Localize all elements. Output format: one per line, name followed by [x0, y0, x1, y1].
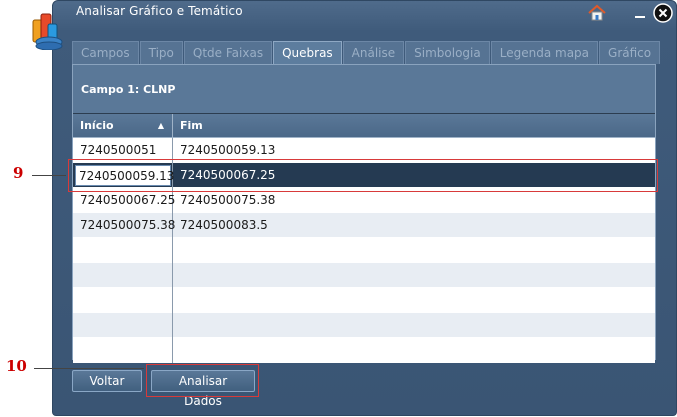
breaks-grid: Início ▲ Fim 7240500051 7240500059.13 72… — [73, 113, 655, 363]
cell-fim[interactable] — [173, 263, 655, 288]
window-title: Analisar Gráfico e Temático — [76, 4, 243, 18]
row-callout-number: 9 — [13, 164, 24, 182]
cell-inicio[interactable]: 7240500075.38 — [73, 213, 175, 238]
row-highlight-box — [68, 159, 658, 192]
column-header-fim[interactable]: Fim — [173, 114, 655, 138]
cell-inicio[interactable] — [73, 263, 173, 288]
cell-fim[interactable] — [173, 238, 655, 263]
minimize-icon[interactable] — [635, 13, 645, 19]
button-callout-line — [34, 368, 144, 369]
row-callout-line — [32, 175, 66, 176]
quebras-panel: Campo 1: CLNP Início ▲ Fim 7240500051 72… — [72, 64, 656, 363]
tab-analise[interactable]: Análise — [342, 41, 405, 64]
close-icon[interactable] — [653, 3, 673, 23]
tab-quebras[interactable]: Quebras — [273, 41, 342, 64]
cell-fim[interactable] — [173, 313, 655, 338]
sort-ascending-icon: ▲ — [157, 121, 164, 130]
tab-tipo[interactable]: Tipo — [139, 41, 183, 64]
tab-campos[interactable]: Campos — [72, 41, 139, 64]
cell-inicio[interactable] — [73, 313, 173, 338]
button-callout-number: 10 — [6, 357, 27, 375]
tab-bar: Campos Tipo Qtde Faixas Quebras Análise … — [72, 41, 661, 64]
tab-grafico[interactable]: Gráfico — [599, 41, 661, 64]
table-row[interactable]: 7240500075.38 7240500083.5 — [73, 213, 655, 238]
cell-fim[interactable] — [173, 288, 655, 313]
tab-simbologia[interactable]: Simbologia — [405, 41, 490, 64]
campo-label: Campo 1: CLNP — [81, 83, 176, 96]
tab-qtde-faixas[interactable]: Qtde Faixas — [183, 41, 273, 64]
voltar-button[interactable]: Voltar — [72, 370, 142, 392]
cell-fim[interactable] — [173, 338, 655, 363]
cell-inicio[interactable] — [73, 288, 173, 313]
table-row-empty[interactable] — [73, 313, 655, 338]
cell-inicio[interactable] — [73, 238, 173, 263]
column-header-inicio[interactable]: Início ▲ — [73, 114, 173, 138]
tab-legenda-mapa[interactable]: Legenda mapa — [490, 41, 599, 64]
column-header-label: Início — [80, 119, 114, 132]
grid-header: Início ▲ Fim — [73, 114, 655, 138]
table-row-empty[interactable] — [73, 263, 655, 288]
column-header-label: Fim — [180, 119, 203, 132]
cell-fim[interactable]: 7240500083.5 — [173, 213, 655, 238]
table-row-empty[interactable] — [73, 288, 655, 313]
button-highlight-box — [146, 364, 259, 397]
table-row-empty[interactable] — [73, 338, 655, 363]
database-chart-icon — [32, 13, 63, 50]
cell-inicio[interactable] — [73, 338, 173, 363]
home-icon[interactable] — [588, 4, 606, 22]
table-row-empty[interactable] — [73, 238, 655, 263]
